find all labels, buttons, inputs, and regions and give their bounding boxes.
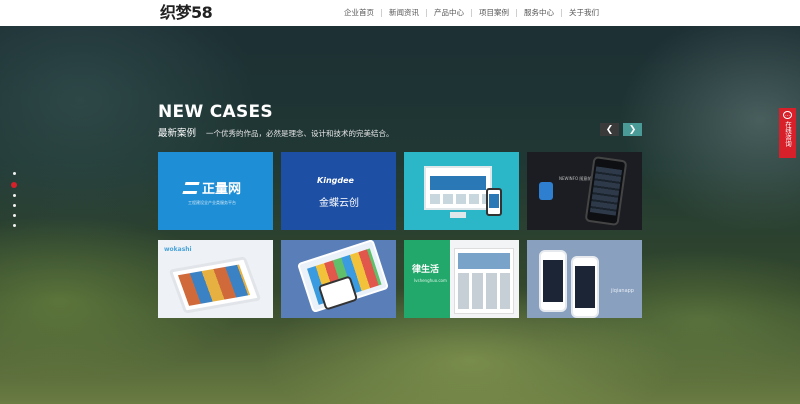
case-logo: 正量网 [182,178,242,197]
page-mockup [454,248,514,314]
phone-mockup [584,155,628,227]
nav-item-service[interactable]: 服务中心 [517,0,561,26]
section-subtitle-cn: 最新案例 [158,128,197,139]
zhengliang-logo-icon [182,181,200,194]
case-logo-text: 正量网 [202,182,242,197]
section-subtitle: 最新案例 一个优秀的作品，必然是理念、设计和技术的完美结合。 [158,125,394,139]
case-brand-panel: 律生活 lvshenghuo.com [404,240,450,318]
case-logo: Kingdee [317,176,354,185]
section-title: NEW CASES [158,102,273,122]
pager-dot[interactable] [12,224,16,227]
nav-item-about[interactable]: 关于我们 [562,0,606,26]
case-text: jiqianapp [611,288,634,294]
prev-button[interactable]: ❮ [600,123,619,136]
top-header: 织梦58 企业首页 新闻资讯 产品中心 项目案例 服务中心 关于我们 [0,0,800,26]
pager-dot[interactable] [12,204,16,207]
case-logo: wokashi [164,246,192,253]
case-url: lvshenghuo.com [414,278,447,283]
tablet-mockup [168,256,262,314]
case-item-lvshenghuo[interactable]: 律生活 lvshenghuo.com [404,240,519,318]
nav-item-cases[interactable]: 项目案例 [472,0,516,26]
case-item-newinfo[interactable]: NEWINFO 随意前思 [527,152,642,230]
site-logo[interactable]: 织梦58 [160,3,213,23]
mockup-hero [458,253,510,269]
case-name: 金蝶云创 [319,198,359,209]
nav-item-news[interactable]: 新闻资讯 [382,0,426,26]
app-icon [539,182,553,200]
chevron-right-icon: ❯ [628,124,637,135]
phone-screen [543,260,563,302]
phone-screen [589,166,623,216]
mockup-banner [430,176,486,190]
chat-bubble-icon: … [783,111,792,119]
nav-item-products[interactable]: 产品中心 [427,0,471,26]
case-tagline: 工程建设全产业类服务平台 [188,200,236,205]
pager-dot[interactable] [12,172,16,175]
pager-dot[interactable] [12,214,16,217]
pager-dot-active[interactable] [11,182,17,188]
section-description: 一个优秀的作品，必然是理念、设计和技术的完美结合。 [206,129,394,138]
tablet-tiles [177,264,251,306]
case-item-app-devices[interactable] [281,240,396,318]
phone-mockup [539,250,567,312]
monitor-mockup [424,166,492,210]
case-grid: 正量网 工程建设全产业类服务平台 Kingdee 金蝶云创 NEWINFO 随意… [158,152,642,318]
section-pager [11,172,17,234]
case-item-website[interactable] [404,152,519,230]
phone-mockup [571,256,599,318]
case-item-wokashi[interactable]: wokashi [158,240,273,318]
phone-mockup [486,188,502,216]
online-consult-label: 在线咨询 [783,121,792,147]
chevron-left-icon: ❮ [605,124,614,135]
mockup-grid [458,273,510,309]
case-item-jiqian[interactable]: jiqianapp [527,240,642,318]
mockup-rows [430,194,486,204]
next-button[interactable]: ❯ [623,123,642,136]
nav-item-home[interactable]: 企业首页 [337,0,381,26]
case-item-zhengliang[interactable]: 正量网 工程建设全产业类服务平台 [158,152,273,230]
main-nav: 企业首页 新闻资讯 产品中心 项目案例 服务中心 关于我们 [337,0,606,26]
case-logo: 律生活 [412,265,440,275]
phone-screen [575,266,595,308]
pager-dot[interactable] [12,194,16,197]
online-consult-button[interactable]: … 在线咨询 [779,108,796,158]
monitor-stand [450,212,466,218]
case-item-kingdee[interactable]: Kingdee 金蝶云创 [281,152,396,230]
